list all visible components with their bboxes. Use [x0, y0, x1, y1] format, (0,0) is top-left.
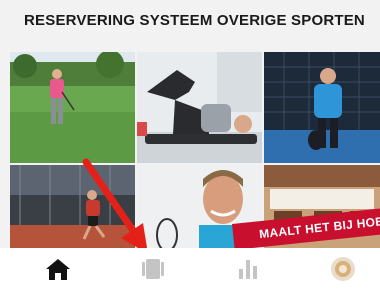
tab-home[interactable] — [10, 248, 105, 289]
profile-avatar-icon — [330, 256, 355, 281]
home-icon — [45, 258, 70, 280]
page-title: RESERVERING SYSTEEM OVERIGE SPORTEN — [24, 12, 365, 29]
tab-profile[interactable] — [295, 248, 380, 289]
bar-chart-icon — [238, 259, 257, 279]
bottom-tab-bar — [0, 248, 380, 289]
fitness-photo — [137, 52, 262, 163]
tab-courts[interactable] — [105, 248, 200, 289]
fitness-tile[interactable] — [137, 52, 262, 163]
tennis-photo — [10, 165, 135, 248]
sports-photo-grid: MAALT HET BIJ HOENDERDAAL — [10, 52, 380, 248]
padel-tile[interactable] — [264, 52, 380, 163]
courts-icon — [141, 258, 164, 279]
padel-photo — [264, 52, 380, 163]
tennis-tile[interactable] — [10, 165, 135, 248]
tab-statistics[interactable] — [200, 248, 295, 289]
app-header: RESERVERING SYSTEEM OVERIGE SPORTEN — [0, 0, 380, 50]
golf-tile[interactable] — [10, 52, 135, 163]
golf-photo — [10, 52, 135, 163]
